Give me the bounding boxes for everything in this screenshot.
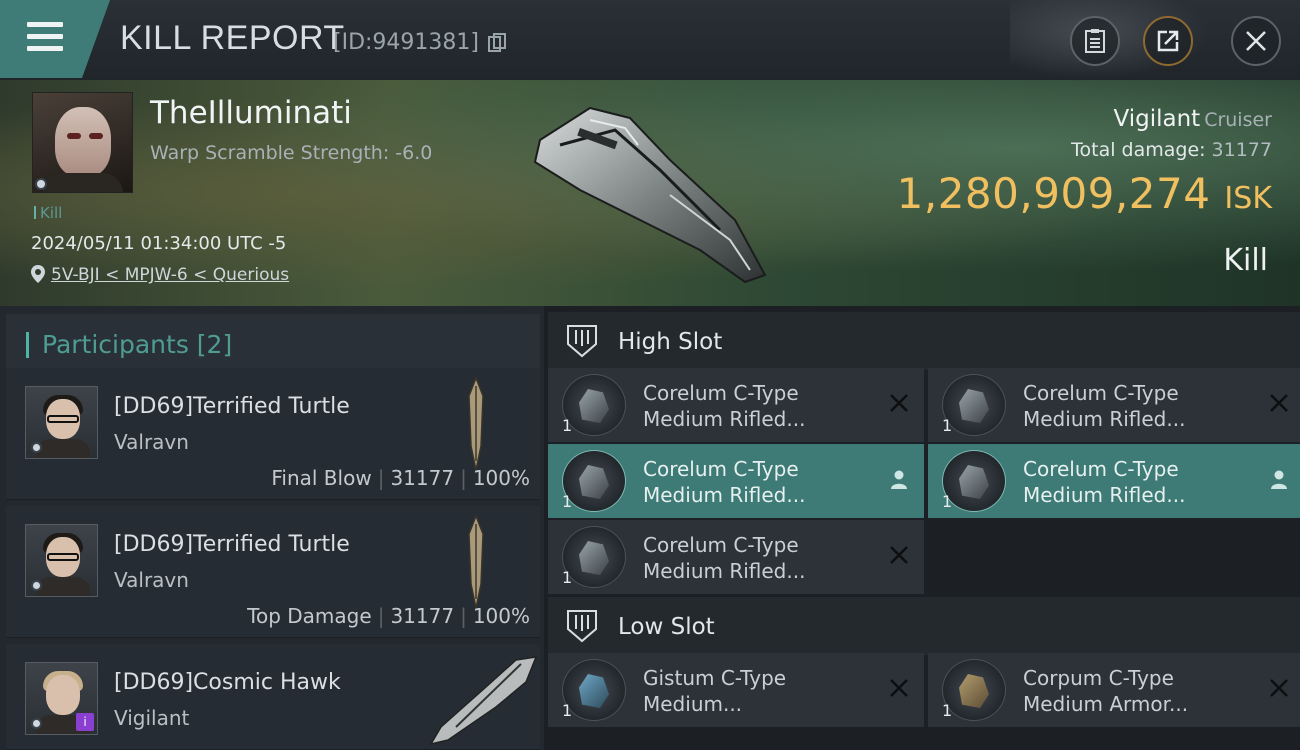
high-slot-icon bbox=[567, 325, 597, 358]
participant-percent: 100% bbox=[472, 604, 530, 628]
copy-icon[interactable] bbox=[488, 33, 506, 53]
close-button[interactable] bbox=[1231, 16, 1281, 66]
module-item[interactable]: 1 Corelum C-Type Medium Rifled... bbox=[548, 520, 924, 594]
dropped-person-icon bbox=[1271, 470, 1287, 489]
participant-row[interactable]: [DD69]Terrified Turtle Valravn Final Blo… bbox=[6, 368, 540, 500]
dropped-person-icon bbox=[891, 470, 907, 489]
participant-name: [DD69]Cosmic Hawk bbox=[114, 670, 341, 695]
low-slot-header: Low Slot bbox=[548, 597, 1300, 655]
destroyed-icon bbox=[1270, 394, 1288, 412]
participant-role: Final Blow bbox=[271, 466, 372, 490]
fitting-panel: High Slot 1 Corelum C-Type Medium Rifled.… bbox=[544, 306, 1300, 750]
participant-ship: Valravn bbox=[114, 568, 189, 592]
victim-ship-image bbox=[533, 106, 767, 284]
warp-scramble-strength: Warp Scramble Strength: -6.0 bbox=[150, 142, 433, 164]
participants-panel: Participants [2] [DD69]Terrified Turtle … bbox=[0, 306, 544, 750]
share-icon bbox=[1157, 30, 1179, 52]
participant-avatar bbox=[25, 386, 98, 459]
participant-ship-icon bbox=[429, 656, 538, 746]
hamburger-icon bbox=[27, 22, 63, 58]
module-item[interactable]: 1 Gistum C-Type Medium... bbox=[548, 653, 924, 727]
participant-ship-icon bbox=[468, 514, 484, 609]
low-slot-icon bbox=[567, 610, 597, 643]
menu-button[interactable] bbox=[0, 0, 110, 78]
participant-ship-icon bbox=[468, 376, 484, 471]
participants-header[interactable]: Participants [2] bbox=[6, 314, 540, 372]
alliance-badge-icon: i bbox=[76, 713, 94, 731]
victim-name[interactable]: TheIlluminati bbox=[150, 95, 352, 131]
total-damage-label: Total damage: bbox=[1071, 139, 1206, 161]
clipboard-icon bbox=[1085, 29, 1105, 53]
low-slot-title: Low Slot bbox=[618, 614, 715, 640]
module-item[interactable]: 1 Corelum C-Type Medium Rifled... bbox=[548, 368, 924, 442]
module-item[interactable]: 1 Corelum C-Type Medium Rifled... bbox=[928, 368, 1300, 442]
participant-percent: 100% bbox=[472, 466, 530, 490]
participant-avatar: i bbox=[25, 662, 98, 735]
participant-avatar bbox=[25, 524, 98, 597]
page-title: KILL REPORT bbox=[120, 19, 345, 57]
kill-result: Kill bbox=[1223, 243, 1268, 278]
location-link[interactable]: 5V-BJI < MPJW-6 < Querious bbox=[31, 265, 289, 285]
module-item[interactable]: 1 Corelum C-Type Medium Rifled... bbox=[548, 444, 924, 518]
location-text: 5V-BJI < MPJW-6 < Querious bbox=[51, 265, 290, 285]
destroyed-icon bbox=[890, 546, 908, 564]
module-item[interactable]: 1 Corpum C-Type Medium Armor... bbox=[928, 653, 1300, 727]
high-slot-title: High Slot bbox=[618, 329, 723, 355]
destroyed-icon bbox=[890, 679, 908, 697]
kill-id: [ID:9491381] bbox=[333, 30, 479, 55]
victim-avatar[interactable] bbox=[32, 92, 133, 193]
participants-title: Participants [2] bbox=[42, 330, 233, 359]
high-slot-header: High Slot bbox=[548, 312, 1300, 370]
participant-row[interactable]: i [DD69]Cosmic Hawk Vigilant bbox=[6, 644, 540, 750]
close-icon bbox=[1246, 31, 1266, 51]
share-button[interactable] bbox=[1143, 16, 1193, 66]
destroyed-icon bbox=[890, 394, 908, 412]
module-item[interactable]: 1 Corelum C-Type Medium Rifled... bbox=[928, 444, 1300, 518]
participant-stats: Top Damage | 31177 | 100% bbox=[247, 604, 530, 628]
participant-stats: Final Blow | 31177 | 100% bbox=[271, 466, 530, 490]
clipboard-button[interactable] bbox=[1070, 16, 1120, 66]
top-bar: KILL REPORT [ID:9491381] bbox=[0, 0, 1300, 80]
participant-row[interactable]: [DD69]Terrified Turtle Valravn Top Damag… bbox=[6, 506, 540, 638]
corp-badge-icon bbox=[35, 178, 47, 190]
victim-ship-class: Cruiser bbox=[1204, 109, 1272, 131]
victim-ship-name: Vigilant bbox=[1113, 106, 1201, 132]
isk-value: 1,280,909,274 ISK bbox=[897, 169, 1272, 218]
participant-name: [DD69]Terrified Turtle bbox=[114, 532, 350, 557]
participant-role: Top Damage bbox=[247, 604, 372, 628]
kill-tag: Kill bbox=[34, 204, 62, 222]
participant-ship: Valravn bbox=[114, 430, 189, 454]
isk-amount: 1,280,909,274 bbox=[896, 169, 1211, 218]
participant-damage: 31177 bbox=[390, 466, 455, 490]
kill-time: 2024/05/11 01:34:00 UTC -5 bbox=[31, 233, 287, 254]
participant-damage: 31177 bbox=[390, 604, 455, 628]
participant-ship: Vigilant bbox=[114, 706, 190, 730]
participant-name: [DD69]Terrified Turtle bbox=[114, 394, 350, 419]
destroyed-icon bbox=[1270, 679, 1288, 697]
total-damage: Total damage: 31177 bbox=[1071, 139, 1272, 161]
total-damage-value: 31177 bbox=[1211, 139, 1272, 161]
location-pin-icon bbox=[31, 265, 45, 283]
isk-unit: ISK bbox=[1224, 181, 1272, 216]
victim-ship: Vigilant Cruiser bbox=[1113, 106, 1272, 132]
